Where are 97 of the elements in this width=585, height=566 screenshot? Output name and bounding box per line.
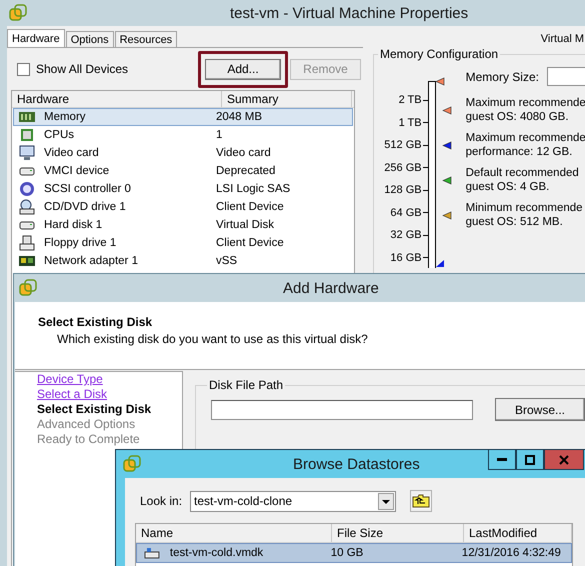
- table-row[interactable]: CD/DVD drive 1 Client Device: [13, 198, 353, 216]
- maximize-icon: [525, 454, 535, 464]
- field-label: Look in:: [140, 494, 182, 508]
- step-label: Select Existing Disk: [37, 402, 152, 417]
- step-label: Ready to Complete: [37, 432, 140, 447]
- monitor-icon: [18, 145, 36, 161]
- network-card-icon: [18, 253, 36, 269]
- header-text: Virtual M: [540, 33, 584, 47]
- recommendation-text: Maximum recommende guest OS: 4080 GB.: [466, 96, 585, 124]
- table-cell-text: SCSI controller 0: [44, 183, 132, 195]
- table-cell-text: Memory: [44, 111, 87, 123]
- field-label: Memory Size:: [466, 70, 539, 84]
- tab[interactable]: Hardware: [7, 29, 65, 47]
- table-cell-text: Video card: [216, 147, 272, 159]
- window-title: test-vm - Virtual Machine Properties: [230, 4, 468, 22]
- window-title: Browse Datastores: [293, 456, 420, 472]
- scale-label: 32 GB: [390, 229, 422, 242]
- table-row[interactable]: VMCI device Deprecated: [13, 162, 353, 180]
- app-logo-icon: [123, 455, 141, 473]
- tab[interactable]: Options: [66, 31, 114, 47]
- recommendation-text: Minimum recommende guest OS: 512 MB.: [466, 201, 583, 229]
- recommendation-text: Maximum recommende performance: 12 GB.: [466, 131, 585, 159]
- controller-icon: [18, 181, 36, 197]
- column-header[interactable]: LastModified: [464, 524, 572, 542]
- table-row[interactable]: Video card Video card: [13, 144, 353, 162]
- file-row[interactable]: test-vm-cold.vmdk 10 GB 12/31/2016 4:32:49: [136, 543, 572, 563]
- table-cell-text: Deprecated: [216, 165, 276, 177]
- table-cell-text: 2048 MB: [216, 111, 264, 123]
- table-cell-text: CD/DVD drive 1: [44, 201, 127, 213]
- scale-label: 2 TB: [398, 94, 422, 106]
- table-row[interactable]: Floppy drive 1 Client Device: [13, 234, 353, 252]
- minimize-button[interactable]: [488, 450, 516, 470]
- table-row[interactable]: Memory 2048 MB: [13, 108, 353, 126]
- table-cell-text: vSS: [216, 255, 238, 267]
- table-row[interactable]: Hard disk 1 Virtual Disk: [13, 216, 353, 234]
- group-title: Memory Configuration: [379, 47, 500, 61]
- flag-icon: [442, 210, 452, 220]
- app-logo-icon: [9, 4, 27, 22]
- flag-icon: [434, 77, 445, 86]
- app-logo-icon: [19, 279, 37, 297]
- slider-thumb[interactable]: [434, 259, 445, 268]
- memory-size-field[interactable]: [546, 67, 585, 86]
- disc-drive-icon: [18, 199, 36, 215]
- scale-label: 16 GB: [390, 252, 422, 264]
- table-cell-text: CPUs: [44, 129, 76, 141]
- table-row[interactable]: SCSI controller 0 LSI Logic SAS: [13, 180, 353, 198]
- table-row[interactable]: CPUs 1: [13, 126, 353, 144]
- scale-label: 128 GB: [384, 184, 422, 196]
- scale-label: 1 TB: [398, 116, 422, 129]
- table-cell-text: 1: [216, 129, 224, 141]
- column-header[interactable]: Hardware: [12, 91, 222, 107]
- tab[interactable]: Resources: [114, 31, 178, 47]
- table-cell-text: LSI Logic SAS: [216, 183, 292, 195]
- scale-label: 512 GB: [384, 139, 422, 152]
- table-cell-text: Hard disk 1: [44, 219, 104, 231]
- group-title: Disk File Path: [208, 378, 284, 392]
- step-label: Advanced Options: [37, 417, 136, 432]
- close-button[interactable]: [544, 450, 584, 470]
- table-cell-text: 10 GB: [330, 547, 364, 559]
- minimize-icon: [497, 458, 507, 461]
- table-cell-text: 12/31/2016 4:32:49: [462, 547, 562, 559]
- table-cell-text: Floppy drive 1: [44, 237, 118, 249]
- column-header[interactable]: Name: [136, 524, 332, 542]
- memory-chip-icon: [18, 109, 36, 125]
- window-title: Add Hardware: [283, 280, 379, 296]
- table-cell-text: Client Device: [216, 201, 285, 213]
- table-cell-text: Video card: [44, 147, 100, 159]
- close-icon: [559, 454, 569, 464]
- chip-icon: [18, 127, 36, 143]
- table-cell-text: Virtual Disk: [216, 219, 275, 231]
- step-link[interactable]: Select a Disk: [37, 387, 108, 402]
- flag-icon: [442, 106, 452, 114]
- disk-file-icon: [144, 547, 160, 559]
- step-link[interactable]: Device Type: [37, 372, 103, 387]
- up-folder-icon[interactable]: [410, 490, 432, 512]
- flag-icon: [442, 176, 452, 184]
- table-cell-text: Client Device: [216, 237, 285, 249]
- checkbox-label: Show All Devices: [36, 62, 128, 76]
- floppy-drive-icon: [18, 235, 36, 251]
- checkbox[interactable]: [17, 62, 30, 76]
- wizard-heading: Select Existing Disk: [38, 315, 154, 329]
- column-header[interactable]: File Size: [332, 524, 464, 542]
- disk-path-field[interactable]: [211, 400, 473, 420]
- add-button[interactable]: Add...: [205, 58, 281, 80]
- column-header[interactable]: Summary: [222, 91, 352, 107]
- scale-label: 256 GB: [384, 162, 422, 174]
- scale-label: 64 GB: [390, 206, 422, 219]
- wizard-subheading: Which existing disk do you want to use as this virtual disk?: [57, 332, 369, 346]
- look-in-dropdown[interactable]: test-vm-cold-clone: [190, 490, 396, 512]
- table-row[interactable]: Network adapter 1 vSS: [13, 252, 353, 270]
- table-cell-text: test-vm-cold.vmdk: [170, 547, 264, 559]
- flag-icon: [442, 140, 452, 150]
- memory-slider-track[interactable]: [428, 81, 436, 268]
- table-cell-text: VMCI device: [44, 165, 110, 177]
- recommendation-text: Default recommended guest OS: 4 GB.: [466, 166, 579, 194]
- browse-button[interactable]: Browse...: [495, 398, 585, 421]
- table-cell-text: Network adapter 1: [44, 255, 139, 267]
